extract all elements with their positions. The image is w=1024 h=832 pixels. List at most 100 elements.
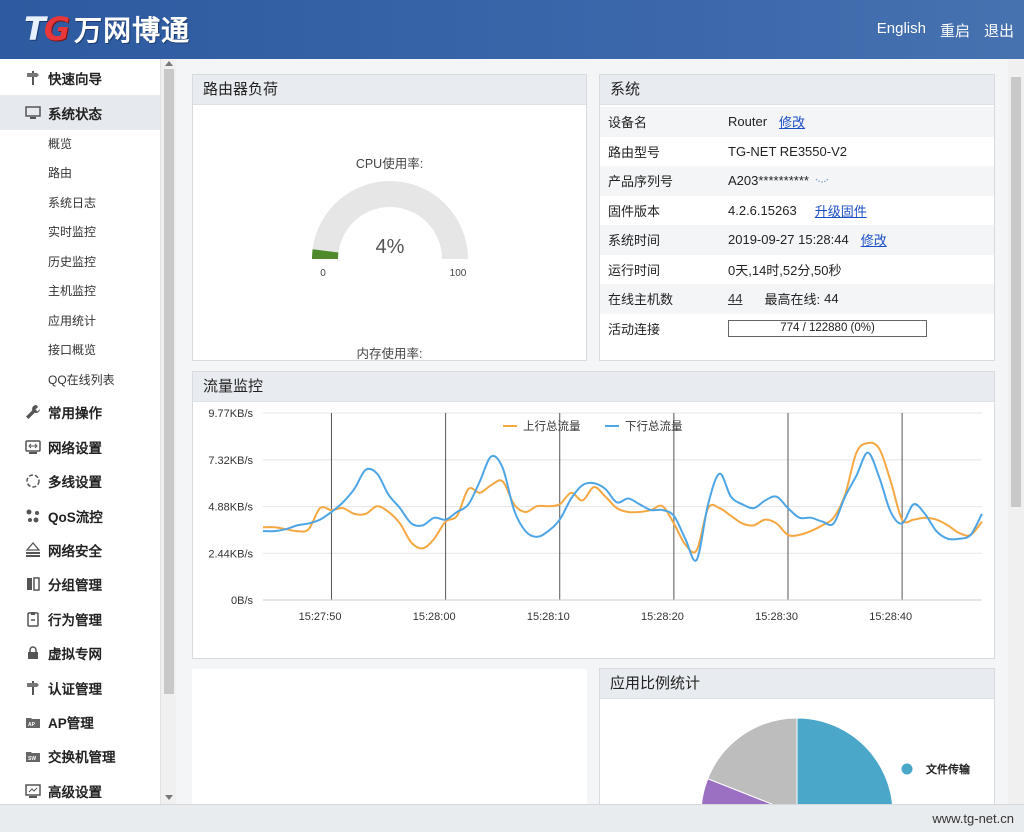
svg-text:SW: SW [28, 756, 36, 762]
sidebar-subitem[interactable]: 历史监控 [0, 248, 175, 278]
y-tick-label: 9.77KB/s [208, 408, 253, 420]
show-serial-icon[interactable] [815, 173, 829, 188]
memory-usage-label: 内存使用率: [356, 347, 423, 361]
sidebar-group-5[interactable]: QoS流控 [0, 498, 175, 532]
scroll-down-icon[interactable] [165, 795, 173, 800]
auth-icon [24, 679, 42, 697]
gauge-max: 100 [450, 268, 467, 279]
modify-link[interactable]: 修改 [779, 112, 805, 131]
firewall-icon [24, 541, 42, 559]
top-links: English 重启 退出 [877, 20, 1014, 41]
main-scrollbar[interactable] [1008, 59, 1024, 804]
logout-link[interactable]: 退出 [984, 20, 1014, 41]
sidebar-sublist: 概览 路由 系统日志 实时监控 历史监控 主机监控 应用统计 接口概览 QQ在线列表 [0, 129, 175, 396]
system-row-key: 设备名 [608, 115, 648, 131]
system-row-key: 活动连接 [608, 321, 661, 337]
svg-text:AP: AP [28, 722, 36, 728]
cpu-gauge: 4% 0 100 [312, 181, 468, 279]
y-tick-label: 0B/s [231, 595, 254, 607]
x-tick-label: 15:28:20 [641, 611, 684, 623]
sidebar-group-10[interactable]: 认证管理 [0, 670, 175, 704]
system-row-value: TG-NET RE3550-V2 [728, 143, 847, 159]
footer-site[interactable]: www.tg-net.cn [932, 811, 1014, 826]
sidebar-subitem[interactable]: 实时监控 [0, 218, 175, 248]
sidebar-group-11[interactable]: AP AP管理 [0, 705, 175, 739]
system-row: 产品序列号 A203********** [600, 166, 994, 196]
system-row-value-wrap: Router 修改 [728, 112, 805, 131]
sidebar-scrollbar[interactable] [160, 59, 176, 804]
system-row-key: 在线主机数 [608, 292, 674, 308]
system-row: 系统时间 2019-09-27 15:28:44 修改 [600, 225, 994, 255]
app-ratio-title: 应用比例统计 [600, 669, 994, 699]
sidebar-subitem[interactable]: 系统日志 [0, 189, 175, 219]
sidebar-group-2[interactable]: 常用操作 [0, 395, 175, 429]
logo-tg-mark: TG [24, 10, 70, 48]
sidebar-group-label: 多线设置 [48, 475, 102, 491]
series-line-0 [262, 441, 983, 554]
router-load-panel: 路由器负荷 CPU使用率: 4% 0 100 内存使用率: [192, 74, 587, 361]
modify-link[interactable]: 修改 [861, 230, 887, 249]
sidebar-group-label: 虚拟专网 [48, 647, 102, 663]
sidebar-subitem[interactable]: 概览 [0, 130, 175, 160]
y-tick-label: 4.88KB/s [208, 502, 253, 514]
system-row-value-wrap: TG-NET RE3550-V2 [728, 144, 847, 159]
system-row-key: 固件版本 [608, 203, 661, 219]
sidebar-group-4[interactable]: 多线设置 [0, 464, 175, 498]
reboot-link[interactable]: 重启 [940, 20, 970, 41]
qos-icon [24, 507, 42, 525]
sidebar-subitem[interactable]: 接口概览 [0, 336, 175, 366]
sidebar-group-label: 网络安全 [48, 544, 102, 560]
main-scroll-thumb[interactable] [1011, 77, 1021, 507]
sidebar-group-label: 高级设置 [48, 784, 102, 800]
sidebar-group-label: 快速向导 [48, 72, 102, 88]
system-row-value-wrap: 0天,14时,52分,50秒 [728, 260, 841, 279]
online-hosts-link[interactable]: 44 [728, 291, 742, 306]
monitor-icon [24, 104, 42, 122]
behavior-icon [24, 610, 42, 628]
upgrade-firmware-link[interactable]: 升级固件 [815, 201, 867, 220]
active-connections-bar: 774 / 122880 (0%) [728, 319, 927, 337]
system-row: 运行时间 0天,14时,52分,50秒 [600, 255, 994, 285]
logo-brand-name: 万网博通 [74, 15, 191, 46]
english-link[interactable]: English [877, 20, 926, 41]
sidebar-group-6[interactable]: 网络安全 [0, 533, 175, 567]
x-tick-label: 15:28:00 [413, 611, 456, 623]
sidebar-subitem[interactable]: 应用统计 [0, 307, 175, 337]
router-load-title: 路由器负荷 [193, 75, 586, 105]
sidebar-group-1[interactable]: 系统状态 [0, 95, 175, 130]
sidebar-group-label: 认证管理 [48, 681, 102, 697]
sidebar-group-label: 网络设置 [48, 440, 102, 456]
sidebar-scroll-thumb[interactable] [164, 69, 174, 694]
system-row-value-wrap: A203********** [728, 173, 829, 188]
system-row-value-wrap: 44 最高在线: 44 [728, 289, 839, 308]
system-row-value: 4.2.6.15263 [728, 202, 797, 218]
system-row-value: 2019-09-27 15:28:44 [728, 232, 849, 248]
sidebar-subitem[interactable]: 主机监控 [0, 277, 175, 307]
sidebar-group-0[interactable]: 快速向导 [0, 61, 175, 95]
x-tick-label: 15:28:40 [869, 611, 912, 623]
cpu-value: 4% [376, 236, 405, 258]
brand-logo: TG 万网博通 [24, 9, 190, 49]
pie-legend-label: 文件传输 [926, 762, 971, 776]
sidebar-subitem[interactable]: QQ在线列表 [0, 366, 175, 396]
system-row: 固件版本 4.2.6.15263 升级固件 [600, 196, 994, 226]
y-tick-label: 7.32KB/s [208, 455, 253, 467]
traffic-monitor-title: 流量监控 [193, 372, 994, 402]
sidebar-group-8[interactable]: 行为管理 [0, 602, 175, 636]
sidebar-nav: 快速向导系统状态 概览 路由 系统日志 实时监控 历史监控 主机监控 应用统计 接口概览 QQ在线… [0, 59, 176, 804]
sidebar-group-3[interactable]: 网络设置 [0, 430, 175, 464]
sidebar-subitem[interactable]: 路由 [0, 159, 175, 189]
system-row-value: Router [728, 114, 768, 130]
blank-area [192, 669, 587, 804]
sidebar-group-13[interactable]: 高级设置 [0, 774, 175, 804]
traffic-monitor-panel: 流量监控 0B/s 2.44KB/s 4.88KB/s 7.32KB/s 9.77KB/… [192, 371, 995, 659]
signpost-icon [24, 69, 42, 87]
sidebar-group-7[interactable]: 分组管理 [0, 567, 175, 601]
lock-icon [24, 644, 42, 662]
system-row-key: 路由型号 [608, 144, 661, 160]
app-ratio-pie: 文件传输 [700, 717, 971, 807]
sidebar-group-9[interactable]: 虚拟专网 [0, 636, 175, 670]
switch-folder-icon: SW [24, 747, 42, 765]
scroll-up-icon[interactable] [165, 61, 173, 66]
sidebar-group-12[interactable]: SW 交换机管理 [0, 739, 175, 773]
